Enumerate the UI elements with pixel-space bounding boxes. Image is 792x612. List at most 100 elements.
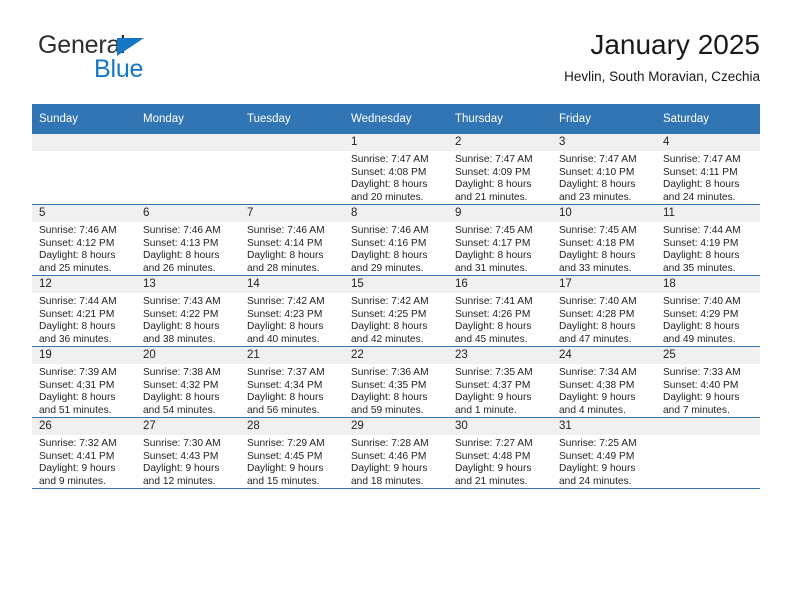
calendar-day-cell[interactable]: 28 Sunrise: 7:29 AM Sunset: 4:45 PM Dayligh… xyxy=(240,417,344,489)
day-details: Sunrise: 7:43 AM Sunset: 4:22 PM Daylight:… xyxy=(136,293,240,346)
day-cell-inner: 12 Sunrise: 7:44 AM Sunset: 4:21 PM Dayligh… xyxy=(32,276,136,346)
day-number: 12 xyxy=(32,276,136,293)
calendar-day-cell[interactable]: 1 Sunrise: 7:47 AM Sunset: 4:08 PM Daylight… xyxy=(344,134,448,205)
calendar-day-cell[interactable]: 18 Sunrise: 7:40 AM Sunset: 4:29 PM Dayligh… xyxy=(656,275,760,347)
day-number: 30 xyxy=(448,418,552,435)
calendar-day-cell[interactable]: 20 Sunrise: 7:38 AM Sunset: 4:32 PM Dayligh… xyxy=(136,346,240,418)
day-detail-daylight-line1: Daylight: 8 hours xyxy=(39,250,116,262)
weekday-header-monday: Monday xyxy=(136,104,240,134)
day-detail-daylight-line2: and 33 minutes. xyxy=(559,262,632,274)
calendar-page: General Blue January 2025 Hevlin, South … xyxy=(0,0,792,612)
day-cell-inner: 4 Sunrise: 7:47 AM Sunset: 4:11 PM Daylight… xyxy=(656,134,760,204)
day-detail-daylight-line1: Daylight: 8 hours xyxy=(663,321,740,333)
day-detail-daylight-line1: Daylight: 9 hours xyxy=(559,392,636,404)
day-detail-sunset: Sunset: 4:45 PM xyxy=(247,450,323,462)
calendar-day-cell[interactable]: 17 Sunrise: 7:40 AM Sunset: 4:28 PM Dayligh… xyxy=(552,275,656,347)
title-block: January 2025 Hevlin, South Moravian, Cze… xyxy=(564,28,760,85)
day-number: 15 xyxy=(344,276,448,293)
day-cell-inner: 14 Sunrise: 7:42 AM Sunset: 4:23 PM Dayligh… xyxy=(240,276,344,346)
day-details: Sunrise: 7:33 AM Sunset: 4:40 PM Daylight:… xyxy=(656,364,760,417)
calendar-day-cell[interactable]: 2 Sunrise: 7:47 AM Sunset: 4:09 PM Daylight… xyxy=(448,134,552,205)
day-detail-daylight-line2: and 4 minutes. xyxy=(559,404,626,416)
day-detail-sunset: Sunset: 4:10 PM xyxy=(559,166,635,178)
day-details: Sunrise: 7:46 AM Sunset: 4:13 PM Daylight:… xyxy=(136,222,240,275)
calendar-day-cell[interactable]: 23 Sunrise: 7:35 AM Sunset: 4:37 PM Dayligh… xyxy=(448,346,552,418)
calendar-day-cell[interactable]: 26 Sunrise: 7:32 AM Sunset: 4:41 PM Dayligh… xyxy=(32,417,136,489)
calendar-body: 1 Sunrise: 7:47 AM Sunset: 4:08 PM Daylight… xyxy=(32,134,760,489)
calendar-day-cell-empty xyxy=(32,134,136,205)
weekday-header-sunday: Sunday xyxy=(32,104,136,134)
day-detail-sunrise: Sunrise: 7:25 AM xyxy=(559,438,637,449)
calendar-day-cell[interactable]: 22 Sunrise: 7:36 AM Sunset: 4:35 PM Dayligh… xyxy=(344,346,448,418)
calendar-day-cell[interactable]: 29 Sunrise: 7:28 AM Sunset: 4:46 PM Dayligh… xyxy=(344,417,448,489)
day-detail-daylight-line1: Daylight: 8 hours xyxy=(351,321,428,333)
day-detail-daylight-line1: Daylight: 9 hours xyxy=(559,463,636,475)
day-number: 3 xyxy=(552,134,656,151)
calendar-day-cell[interactable]: 21 Sunrise: 7:37 AM Sunset: 4:34 PM Dayligh… xyxy=(240,346,344,418)
day-cell-inner: 27 Sunrise: 7:30 AM Sunset: 4:43 PM Dayligh… xyxy=(136,418,240,488)
day-detail-daylight-line1: Daylight: 8 hours xyxy=(143,250,220,262)
calendar-day-cell[interactable]: 25 Sunrise: 7:33 AM Sunset: 4:40 PM Dayligh… xyxy=(656,346,760,418)
calendar-day-cell[interactable]: 12 Sunrise: 7:44 AM Sunset: 4:21 PM Dayligh… xyxy=(32,275,136,347)
day-number: 14 xyxy=(240,276,344,293)
calendar-day-cell[interactable]: 14 Sunrise: 7:42 AM Sunset: 4:23 PM Dayligh… xyxy=(240,275,344,347)
day-detail-sunset: Sunset: 4:12 PM xyxy=(39,237,115,249)
day-cell-inner: 15 Sunrise: 7:42 AM Sunset: 4:25 PM Dayligh… xyxy=(344,276,448,346)
day-detail-sunrise: Sunrise: 7:47 AM xyxy=(663,154,741,165)
day-detail-sunrise: Sunrise: 7:36 AM xyxy=(351,367,429,378)
calendar-day-cell[interactable]: 30 Sunrise: 7:27 AM Sunset: 4:48 PM Dayligh… xyxy=(448,417,552,489)
calendar-day-cell[interactable]: 5 Sunrise: 7:46 AM Sunset: 4:12 PM Daylight… xyxy=(32,204,136,276)
day-detail-sunrise: Sunrise: 7:40 AM xyxy=(663,296,741,307)
day-number: 19 xyxy=(32,347,136,364)
day-detail-daylight-line2: and 1 minute. xyxy=(455,404,517,416)
day-details: Sunrise: 7:47 AM Sunset: 4:11 PM Daylight:… xyxy=(656,151,760,204)
calendar-week-row: 5 Sunrise: 7:46 AM Sunset: 4:12 PM Daylight… xyxy=(32,204,760,276)
calendar-day-cell[interactable]: 4 Sunrise: 7:47 AM Sunset: 4:11 PM Daylight… xyxy=(656,134,760,205)
day-cell-inner: 17 Sunrise: 7:40 AM Sunset: 4:28 PM Dayligh… xyxy=(552,276,656,346)
day-detail-sunset: Sunset: 4:38 PM xyxy=(559,379,635,391)
calendar-day-cell[interactable]: 15 Sunrise: 7:42 AM Sunset: 4:25 PM Dayligh… xyxy=(344,275,448,347)
page-subtitle: Hevlin, South Moravian, Czechia xyxy=(564,69,760,84)
calendar-day-cell[interactable]: 7 Sunrise: 7:46 AM Sunset: 4:14 PM Daylight… xyxy=(240,204,344,276)
calendar-day-cell[interactable]: 10 Sunrise: 7:45 AM Sunset: 4:18 PM Dayligh… xyxy=(552,204,656,276)
day-details: Sunrise: 7:27 AM Sunset: 4:48 PM Daylight:… xyxy=(448,435,552,488)
day-cell-inner: 29 Sunrise: 7:28 AM Sunset: 4:46 PM Dayligh… xyxy=(344,418,448,488)
day-detail-sunrise: Sunrise: 7:34 AM xyxy=(559,367,637,378)
day-detail-sunrise: Sunrise: 7:35 AM xyxy=(455,367,533,378)
day-detail-daylight-line2: and 26 minutes. xyxy=(143,262,216,274)
day-detail-daylight-line2: and 29 minutes. xyxy=(351,262,424,274)
calendar-day-cell[interactable]: 9 Sunrise: 7:45 AM Sunset: 4:17 PM Daylight… xyxy=(448,204,552,276)
day-detail-daylight-line2: and 7 minutes. xyxy=(663,404,730,416)
calendar-grid: Sunday Monday Tuesday Wednesday Thursday… xyxy=(32,104,760,489)
day-details: Sunrise: 7:39 AM Sunset: 4:31 PM Daylight:… xyxy=(32,364,136,417)
general-blue-logo[interactable]: General Blue xyxy=(38,32,228,90)
calendar-day-cell[interactable]: 24 Sunrise: 7:34 AM Sunset: 4:38 PM Dayligh… xyxy=(552,346,656,418)
calendar-day-cell[interactable]: 8 Sunrise: 7:46 AM Sunset: 4:16 PM Daylight… xyxy=(344,204,448,276)
calendar-day-cell[interactable]: 31 Sunrise: 7:25 AM Sunset: 4:49 PM Dayligh… xyxy=(552,417,656,489)
day-number: 20 xyxy=(136,347,240,364)
calendar-day-cell[interactable]: 13 Sunrise: 7:43 AM Sunset: 4:22 PM Dayligh… xyxy=(136,275,240,347)
day-detail-sunset: Sunset: 4:23 PM xyxy=(247,308,323,320)
day-number: 10 xyxy=(552,205,656,222)
day-cell-inner: 25 Sunrise: 7:33 AM Sunset: 4:40 PM Dayligh… xyxy=(656,347,760,417)
day-detail-daylight-line1: Daylight: 9 hours xyxy=(663,392,740,404)
day-details xyxy=(240,151,344,154)
day-details xyxy=(656,435,760,438)
day-detail-sunrise: Sunrise: 7:44 AM xyxy=(663,225,741,236)
day-detail-daylight-line1: Daylight: 8 hours xyxy=(39,392,116,404)
day-cell-inner: 7 Sunrise: 7:46 AM Sunset: 4:14 PM Daylight… xyxy=(240,205,344,275)
day-detail-daylight-line1: Daylight: 8 hours xyxy=(663,250,740,262)
day-cell-inner: 6 Sunrise: 7:46 AM Sunset: 4:13 PM Daylight… xyxy=(136,205,240,275)
day-number: 21 xyxy=(240,347,344,364)
calendar-day-cell[interactable]: 11 Sunrise: 7:44 AM Sunset: 4:19 PM Dayligh… xyxy=(656,204,760,276)
day-number: 2 xyxy=(448,134,552,151)
calendar-day-cell[interactable]: 27 Sunrise: 7:30 AM Sunset: 4:43 PM Dayligh… xyxy=(136,417,240,489)
calendar-day-cell[interactable]: 3 Sunrise: 7:47 AM Sunset: 4:10 PM Daylight… xyxy=(552,134,656,205)
day-detail-daylight-line2: and 15 minutes. xyxy=(247,475,320,487)
day-detail-sunset: Sunset: 4:11 PM xyxy=(663,166,738,178)
calendar-day-cell[interactable]: 16 Sunrise: 7:41 AM Sunset: 4:26 PM Dayligh… xyxy=(448,275,552,347)
calendar-day-cell[interactable]: 19 Sunrise: 7:39 AM Sunset: 4:31 PM Dayligh… xyxy=(32,346,136,418)
calendar-day-cell[interactable]: 6 Sunrise: 7:46 AM Sunset: 4:13 PM Daylight… xyxy=(136,204,240,276)
day-detail-daylight-line1: Daylight: 8 hours xyxy=(247,321,324,333)
calendar-week-row: 1 Sunrise: 7:47 AM Sunset: 4:08 PM Daylight… xyxy=(32,134,760,205)
